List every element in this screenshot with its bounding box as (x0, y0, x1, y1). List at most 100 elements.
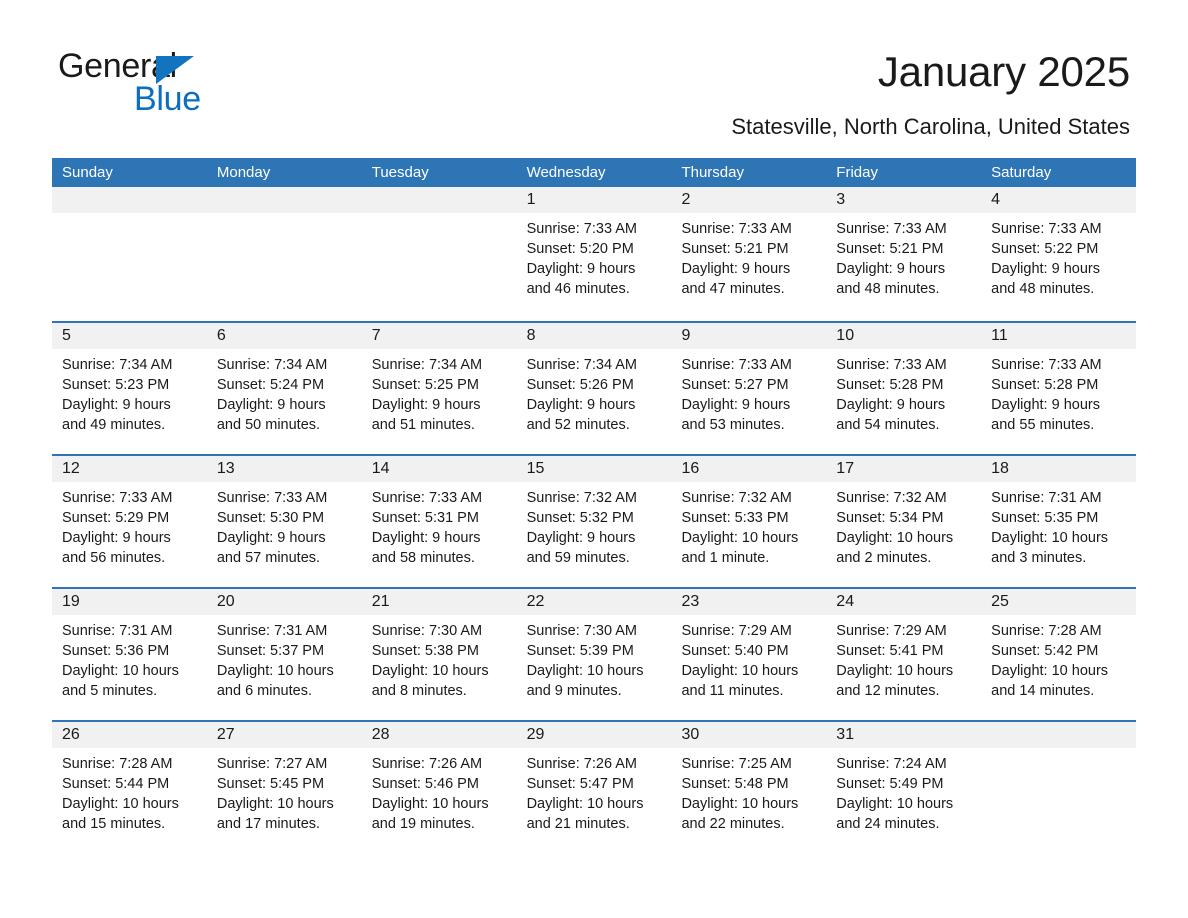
logo-bottom-row: Blue (134, 80, 201, 119)
sunrise-text: Sunrise: 7:25 AM (681, 756, 792, 772)
sunset-text: Sunset: 5:29 PM (62, 510, 170, 526)
logo-blue-text: Blue (134, 80, 201, 118)
day-cell[interactable]: 9 Sunrise: 7:33 AM Sunset: 5:27 PM Dayli… (671, 323, 827, 454)
daylight-text-line1: Daylight: 10 hours (836, 796, 954, 812)
daylight-text-line2: and 58 minutes. (371, 550, 475, 566)
day-details: Sunrise: 7:29 AM Sunset: 5:41 PM Dayligh… (826, 615, 981, 701)
sunset-text: Sunset: 5:26 PM (526, 377, 634, 393)
day-number-band: 19 (52, 589, 207, 615)
daylight-text-line1: Daylight: 9 hours (216, 530, 326, 546)
sunrise-text: Sunrise: 7:32 AM (681, 490, 792, 506)
day-cell[interactable]: 25 Sunrise: 7:28 AM Sunset: 5:42 PM Dayl… (981, 589, 1137, 720)
weekday-header-monday: Monday (216, 164, 271, 181)
daylight-text-line2: and 54 minutes. (836, 417, 940, 433)
day-cell[interactable]: 5 Sunrise: 7:34 AM Sunset: 5:23 PM Dayli… (52, 323, 207, 454)
day-cell[interactable]: 17 Sunrise: 7:32 AM Sunset: 5:34 PM Dayl… (826, 456, 982, 587)
day-cell[interactable]: 11 Sunrise: 7:33 AM Sunset: 5:28 PM Dayl… (981, 323, 1137, 454)
day-cell[interactable]: 4 Sunrise: 7:33 AM Sunset: 5:22 PM Dayli… (981, 187, 1137, 321)
day-cell[interactable]: 26 Sunrise: 7:28 AM Sunset: 5:44 PM Dayl… (52, 722, 207, 853)
day-cell[interactable]: 3 Sunrise: 7:33 AM Sunset: 5:21 PM Dayli… (826, 187, 982, 321)
daylight-text-line2: and 24 minutes. (836, 816, 940, 832)
daylight-text-line2: and 59 minutes. (526, 550, 630, 566)
daylight-text-line1: Daylight: 10 hours (681, 796, 799, 812)
daylight-text-line1: Daylight: 9 hours (836, 397, 946, 413)
day-number-band: 25 (981, 589, 1137, 615)
daylight-text-line2: and 51 minutes. (371, 417, 475, 433)
day-cell[interactable]: 24 Sunrise: 7:29 AM Sunset: 5:41 PM Dayl… (826, 589, 982, 720)
day-cell[interactable]: 21 Sunrise: 7:30 AM Sunset: 5:38 PM Dayl… (361, 589, 517, 720)
sunrise-text: Sunrise: 7:31 AM (62, 623, 173, 639)
day-number: 5 (62, 327, 71, 344)
day-cell[interactable] (361, 187, 517, 321)
day-cell[interactable]: 19 Sunrise: 7:31 AM Sunset: 5:36 PM Dayl… (52, 589, 207, 720)
day-details: Sunrise: 7:33 AM Sunset: 5:29 PM Dayligh… (52, 482, 207, 568)
daylight-text-line2: and 56 minutes. (62, 550, 166, 566)
day-details (362, 213, 517, 219)
daylight-text-line1: Daylight: 9 hours (62, 397, 171, 413)
daylight-text-line2: and 2 minutes. (836, 550, 932, 566)
day-details: Sunrise: 7:24 AM Sunset: 5:49 PM Dayligh… (826, 748, 981, 834)
day-details: Sunrise: 7:32 AM Sunset: 5:33 PM Dayligh… (671, 482, 826, 568)
day-cell[interactable]: 13 Sunrise: 7:33 AM Sunset: 5:30 PM Dayl… (206, 456, 362, 587)
day-number-band: 12 (52, 456, 207, 482)
day-number-band: 5 (52, 323, 207, 349)
day-cell[interactable]: 27 Sunrise: 7:27 AM Sunset: 5:45 PM Dayl… (206, 722, 362, 853)
day-number-band: 8 (516, 323, 672, 349)
day-cell[interactable]: 16 Sunrise: 7:32 AM Sunset: 5:33 PM Dayl… (671, 456, 827, 587)
day-cell[interactable]: 15 Sunrise: 7:32 AM Sunset: 5:32 PM Dayl… (516, 456, 672, 587)
sunset-text: Sunset: 5:33 PM (681, 510, 789, 526)
sunset-text: Sunset: 5:38 PM (371, 643, 479, 659)
day-details: Sunrise: 7:31 AM Sunset: 5:36 PM Dayligh… (52, 615, 207, 701)
daylight-text-line1: Daylight: 9 hours (526, 397, 636, 413)
weekday-header-thursday: Thursday (681, 164, 744, 181)
day-cell[interactable]: 18 Sunrise: 7:31 AM Sunset: 5:35 PM Dayl… (981, 456, 1137, 587)
sunset-text: Sunset: 5:24 PM (216, 377, 325, 393)
day-cell[interactable]: 10 Sunrise: 7:33 AM Sunset: 5:28 PM Dayl… (826, 323, 982, 454)
day-cell[interactable]: 28 Sunrise: 7:26 AM Sunset: 5:46 PM Dayl… (361, 722, 517, 853)
day-cell[interactable]: 30 Sunrise: 7:25 AM Sunset: 5:48 PM Dayl… (671, 722, 827, 853)
day-cell[interactable] (52, 187, 207, 321)
day-cell[interactable]: 1 Sunrise: 7:33 AM Sunset: 5:20 PM Dayli… (516, 187, 672, 321)
daylight-text-line1: Daylight: 10 hours (216, 796, 334, 812)
day-cell[interactable]: 22 Sunrise: 7:30 AM Sunset: 5:39 PM Dayl… (516, 589, 672, 720)
day-number: 6 (216, 327, 226, 344)
day-cell[interactable]: 31 Sunrise: 7:24 AM Sunset: 5:49 PM Dayl… (826, 722, 982, 853)
sunrise-text: Sunrise: 7:33 AM (371, 490, 483, 506)
day-number-band: 18 (981, 456, 1137, 482)
day-cell[interactable]: 8 Sunrise: 7:34 AM Sunset: 5:26 PM Dayli… (516, 323, 672, 454)
day-cell[interactable]: 20 Sunrise: 7:31 AM Sunset: 5:37 PM Dayl… (206, 589, 362, 720)
day-cell[interactable]: 23 Sunrise: 7:29 AM Sunset: 5:40 PM Dayl… (671, 589, 827, 720)
day-details: Sunrise: 7:33 AM Sunset: 5:28 PM Dayligh… (981, 349, 1136, 435)
sunset-text: Sunset: 5:21 PM (836, 241, 944, 257)
daylight-text-line2: and 48 minutes. (836, 281, 940, 297)
day-cell[interactable] (981, 722, 1137, 853)
day-cell[interactable]: 29 Sunrise: 7:26 AM Sunset: 5:47 PM Dayl… (516, 722, 672, 853)
day-number: 3 (836, 191, 846, 208)
weekday-header-sunday: Sunday (62, 164, 113, 181)
day-cell[interactable]: 14 Sunrise: 7:33 AM Sunset: 5:31 PM Dayl… (361, 456, 517, 587)
day-details: Sunrise: 7:31 AM Sunset: 5:37 PM Dayligh… (207, 615, 362, 701)
day-number-band: 15 (516, 456, 672, 482)
sunset-text: Sunset: 5:48 PM (681, 776, 789, 792)
day-number: 25 (991, 593, 1009, 610)
daylight-text-line1: Daylight: 10 hours (681, 530, 799, 546)
sunrise-text: Sunrise: 7:27 AM (216, 756, 328, 772)
day-number: 31 (836, 726, 855, 743)
day-number-band: 22 (516, 589, 672, 615)
daylight-text-line1: Daylight: 10 hours (216, 663, 334, 679)
day-cell[interactable]: 2 Sunrise: 7:33 AM Sunset: 5:21 PM Dayli… (671, 187, 827, 321)
day-cell[interactable]: 6 Sunrise: 7:34 AM Sunset: 5:24 PM Dayli… (206, 323, 362, 454)
day-cell[interactable]: 7 Sunrise: 7:34 AM Sunset: 5:25 PM Dayli… (361, 323, 517, 454)
day-details: Sunrise: 7:34 AM Sunset: 5:25 PM Dayligh… (362, 349, 517, 435)
day-number-band: 27 (206, 722, 362, 748)
day-cell[interactable] (206, 187, 362, 321)
day-cell[interactable]: 12 Sunrise: 7:33 AM Sunset: 5:29 PM Dayl… (52, 456, 207, 587)
sunset-text: Sunset: 5:28 PM (991, 377, 1099, 393)
day-number: 29 (526, 726, 545, 743)
day-details: Sunrise: 7:25 AM Sunset: 5:48 PM Dayligh… (671, 748, 826, 834)
general-blue-logo[interactable]: General Blue (58, 47, 318, 125)
sunrise-text: Sunrise: 7:32 AM (836, 490, 947, 506)
day-number: 2 (681, 191, 691, 208)
sunset-text: Sunset: 5:30 PM (216, 510, 325, 526)
sunrise-text: Sunrise: 7:26 AM (371, 756, 483, 772)
